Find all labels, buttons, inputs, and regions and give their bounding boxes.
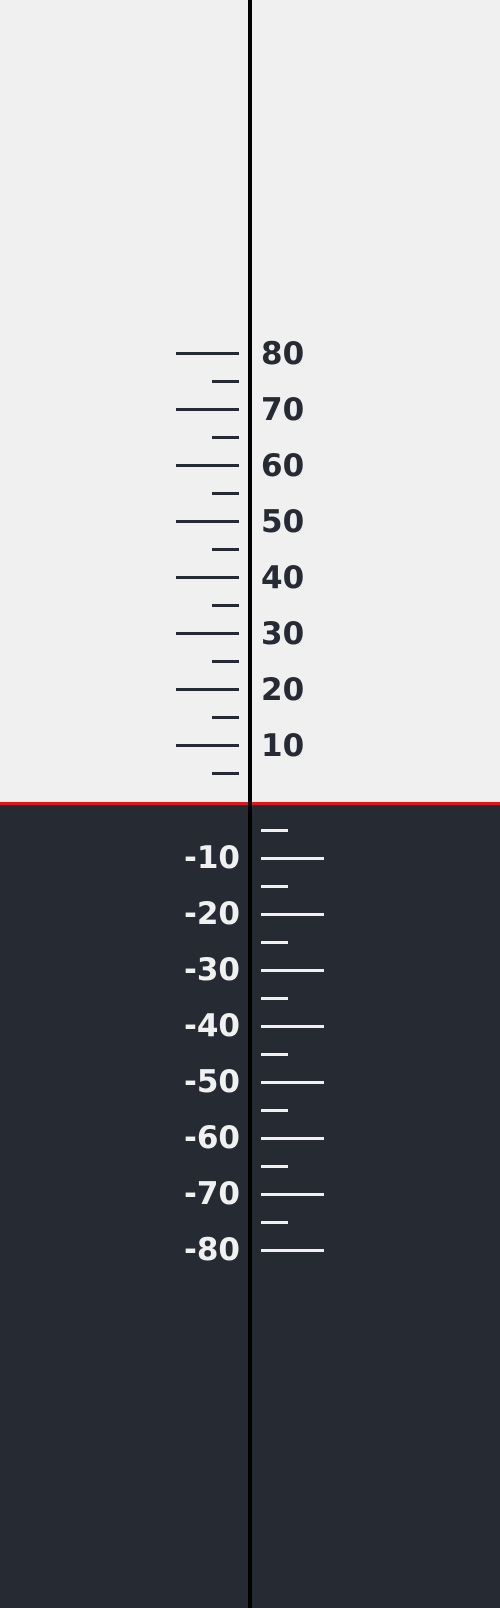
- scale-label: -40: [183, 1008, 240, 1044]
- minor-tick: [261, 1109, 288, 1112]
- minor-tick: [261, 1053, 288, 1056]
- scale-label: 40: [261, 560, 305, 596]
- major-tick: [261, 969, 324, 972]
- minor-tick: [212, 604, 239, 607]
- minor-tick: [212, 716, 239, 719]
- major-tick: [261, 1025, 324, 1028]
- minor-tick: [212, 660, 239, 663]
- minor-tick: [261, 941, 288, 944]
- major-tick: [176, 520, 239, 523]
- scale-label: 30: [261, 616, 305, 652]
- minor-tick: [261, 997, 288, 1000]
- scale-label: 10: [261, 728, 305, 764]
- major-tick: [176, 632, 239, 635]
- minor-tick: [261, 829, 288, 832]
- major-tick: [176, 408, 239, 411]
- scale-label: 80: [261, 336, 305, 372]
- major-tick: [261, 1081, 324, 1084]
- scale-label: -50: [183, 1064, 240, 1100]
- major-tick: [176, 464, 239, 467]
- major-tick: [261, 857, 324, 860]
- minor-tick: [261, 1165, 288, 1168]
- minor-tick: [212, 772, 239, 775]
- scale-label: -20: [183, 896, 240, 932]
- minor-tick: [261, 1221, 288, 1224]
- scale-label: 60: [261, 448, 305, 484]
- major-tick: [176, 352, 239, 355]
- scale-label: 50: [261, 504, 305, 540]
- minor-tick: [261, 885, 288, 888]
- scale-label: -80: [183, 1232, 240, 1268]
- major-tick: [261, 1137, 324, 1140]
- major-tick: [261, 913, 324, 916]
- scale-label: -70: [183, 1176, 240, 1212]
- center-axis-line: [248, 0, 252, 1608]
- major-tick: [176, 688, 239, 691]
- major-tick: [261, 1193, 324, 1196]
- scale-label: 20: [261, 672, 305, 708]
- minor-tick: [212, 380, 239, 383]
- major-tick: [176, 744, 239, 747]
- minor-tick: [212, 492, 239, 495]
- minor-tick: [212, 548, 239, 551]
- scale-label: -30: [183, 952, 240, 988]
- scale-label: 70: [261, 392, 305, 428]
- major-tick: [176, 576, 239, 579]
- major-tick: [261, 1249, 324, 1252]
- scale-label: -10: [183, 840, 240, 876]
- minor-tick: [212, 436, 239, 439]
- scale-label: -60: [183, 1120, 240, 1156]
